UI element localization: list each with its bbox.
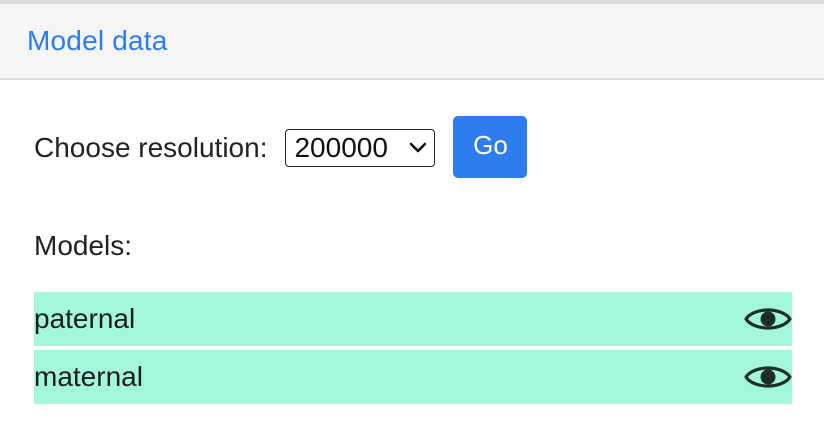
eye-icon[interactable] [744,359,792,395]
panel-title-link[interactable]: Model data [27,25,168,57]
resolution-select-value: 200000 [294,132,388,163]
panel-header: Model data [0,4,824,80]
eye-icon[interactable] [744,301,792,337]
model-name: maternal [34,361,143,392]
model-name: paternal [34,303,136,334]
chevron-down-icon [410,142,427,153]
model-list: paternal maternal [34,292,792,408]
model-item-maternal[interactable]: maternal [34,350,792,404]
resolution-select[interactable]: 200000 [285,129,436,167]
model-item-paternal[interactable]: paternal [34,292,792,346]
resolution-row: Choose resolution: 200000 Go [34,116,528,180]
go-button[interactable]: Go [453,116,528,178]
models-label: Models: [34,230,133,261]
resolution-label: Choose resolution: [34,132,268,163]
model-data-panel: Model data Choose resolution: 200000 Go … [0,0,824,430]
